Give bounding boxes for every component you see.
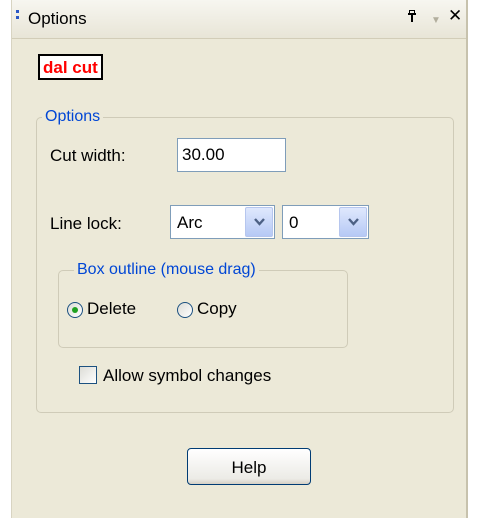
panel-titlebar[interactable]: Options ▼ ✕ [12,0,466,39]
delete-radio[interactable] [67,302,83,318]
cut-width-label: Cut width: [50,146,126,165]
allow-symbol-changes-checkbox[interactable] [79,366,97,384]
copy-radio[interactable] [177,302,193,318]
cut-width-input[interactable]: 30.00 [177,138,286,172]
close-icon[interactable]: ✕ [448,7,462,25]
panel-title: Options [28,9,87,28]
tool-name-label: dal cut [38,54,103,80]
line-lock-mode-value: Arc [177,213,203,232]
line-lock-value-select[interactable]: 0 [282,205,369,239]
help-button[interactable]: Help [187,448,311,485]
chevron-down-icon[interactable] [339,207,367,237]
copy-radio-label[interactable]: Copy [197,299,237,319]
options-panel: Options ▼ ✕ dal cut Options Cut width: 3… [11,0,468,518]
options-group-legend: Options [42,108,104,126]
delete-radio-label[interactable]: Delete [87,299,136,319]
box-outline-legend: Box outline (mouse drag) [74,261,259,279]
line-lock-mode-select[interactable]: Arc [170,205,275,239]
panel-edge [466,0,468,518]
dropdown-arrow-icon[interactable]: ▼ [431,12,441,30]
pin-icon[interactable] [406,9,418,27]
line-lock-value: 0 [289,213,299,232]
drag-grip-icon[interactable] [16,10,20,28]
radio-selected-dot [72,307,78,313]
line-lock-label: Line lock: [50,214,122,233]
allow-symbol-changes-label[interactable]: Allow symbol changes [103,366,271,386]
chevron-down-icon[interactable] [245,207,273,237]
